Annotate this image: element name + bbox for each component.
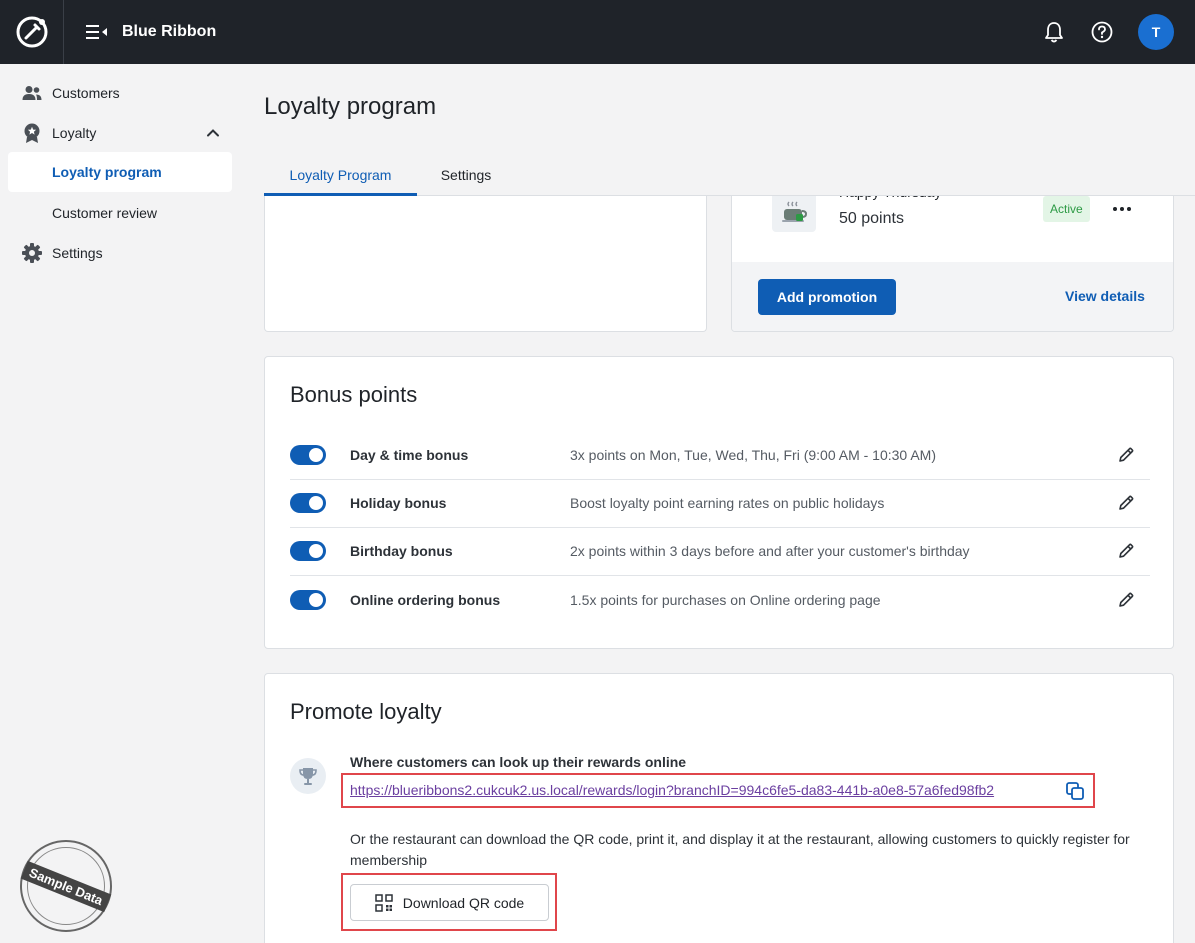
- promotions-card-clip: [731, 184, 1174, 198]
- lookup-label: Where customers can look up their reward…: [350, 754, 687, 770]
- bonus-row-day-time: Day & time bonus 3x points on Mon, Tue, …: [290, 432, 1150, 480]
- edit-bonus-button[interactable]: [1115, 492, 1137, 514]
- promotion-thumbnail: [772, 192, 816, 232]
- brand-name: Blue Ribbon: [122, 23, 217, 40]
- pencil-icon: [1119, 447, 1134, 462]
- loyalty-summary-card: [264, 184, 707, 332]
- promote-loyalty-title: Promote loyalty: [290, 699, 442, 724]
- bell-icon: [1045, 22, 1063, 43]
- bonus-toggle[interactable]: [290, 445, 326, 465]
- app-logo[interactable]: [0, 0, 64, 64]
- pencil-icon: [1119, 592, 1134, 607]
- tab-loyalty-program[interactable]: Loyalty Program: [264, 160, 417, 196]
- view-details-link[interactable]: View details: [1065, 288, 1145, 304]
- status-badge: Active: [1043, 196, 1090, 222]
- sidebar-item-label: Customer review: [52, 205, 158, 221]
- users-icon: [22, 83, 42, 103]
- sidebar-item-label: Loyalty: [52, 125, 97, 141]
- sample-data-stamp: Sample Data: [20, 840, 112, 932]
- more-horizontal-icon: [1113, 207, 1131, 211]
- award-icon: [22, 123, 42, 143]
- edit-bonus-button[interactable]: [1115, 444, 1137, 466]
- stamp-label: Sample Data: [20, 860, 112, 912]
- notifications-button[interactable]: [1042, 20, 1066, 44]
- more-options-button[interactable]: [1111, 196, 1133, 222]
- bonus-name: Holiday bonus: [350, 495, 447, 511]
- copy-url-button[interactable]: [1064, 780, 1086, 802]
- promotions-footer: Add promotion View details: [732, 262, 1173, 331]
- logo-icon: [16, 16, 47, 48]
- edit-bonus-button[interactable]: [1115, 589, 1137, 611]
- bonus-points-title: Bonus points: [290, 382, 418, 407]
- page-title: Loyalty program: [264, 93, 437, 120]
- help-button[interactable]: [1090, 20, 1114, 44]
- bonus-toggle[interactable]: [290, 493, 326, 513]
- sidebar-item-label: Customers: [52, 85, 120, 101]
- sidebar-item-customer-review[interactable]: Customer review: [8, 193, 232, 233]
- bonus-description: 3x points on Mon, Tue, Wed, Thu, Fri (9:…: [570, 447, 936, 463]
- promotions-card: Happy Thursday 50 points Active Add prom…: [731, 184, 1174, 332]
- sidebar-item-settings[interactable]: Settings: [8, 233, 232, 273]
- sidebar-item-label: Loyalty program: [52, 164, 162, 180]
- bonus-description: Boost loyalty point earning rates on pub…: [570, 495, 885, 511]
- coffee-cup-icon: [782, 201, 807, 222]
- sidebar-item-customers[interactable]: Customers: [8, 73, 232, 113]
- sidebar-item-loyalty[interactable]: Loyalty: [8, 113, 232, 153]
- promote-loyalty-card: Promote loyalty Where customers can look…: [264, 673, 1174, 943]
- bonus-description: 1.5x points for purchases on Online orde…: [570, 592, 881, 608]
- download-qr-label: Download QR code: [402, 894, 525, 911]
- qr-code-icon: [375, 893, 393, 912]
- copy-icon: [1066, 782, 1084, 800]
- add-promotion-button[interactable]: Add promotion: [758, 279, 896, 315]
- bonus-points-card: Bonus points Day & time bonus 3x points …: [264, 356, 1174, 649]
- bonus-row-birthday: Birthday bonus 2x points within 3 days b…: [290, 528, 1150, 576]
- pencil-icon: [1119, 543, 1134, 558]
- gear-icon: [22, 243, 42, 263]
- bonus-name: Day & time bonus: [350, 447, 469, 463]
- bonus-description: 2x points within 3 days before and after…: [570, 543, 970, 559]
- menu-collapse-button[interactable]: [86, 22, 108, 42]
- tab-settings[interactable]: Settings: [426, 160, 506, 196]
- bonus-row-online-ordering: Online ordering bonus 1.5x points for pu…: [290, 577, 1150, 625]
- sidebar-item-loyalty-program[interactable]: Loyalty program: [8, 152, 232, 192]
- chevron-up-icon[interactable]: [205, 125, 221, 141]
- trophy-badge: [290, 758, 326, 794]
- bonus-toggle[interactable]: [290, 590, 326, 610]
- rewards-url-link[interactable]: https://blueribbons2.cukcuk2.us.local/re…: [350, 782, 994, 798]
- user-avatar[interactable]: T: [1138, 14, 1174, 50]
- download-qr-button[interactable]: Download QR code: [350, 884, 549, 921]
- pencil-icon: [1119, 495, 1134, 510]
- menu-collapse-icon: [86, 25, 107, 39]
- bonus-name: Birthday bonus: [350, 543, 453, 559]
- qr-description: Or the restaurant can download the QR co…: [350, 831, 1130, 868]
- promotion-points: 50 points: [839, 210, 904, 227]
- main-content: Loyalty program Happy Thursday 50 points…: [240, 64, 1195, 943]
- top-bar: Blue Ribbon T: [0, 0, 1195, 64]
- bonus-row-holiday: Holiday bonus Boost loyalty point earnin…: [290, 480, 1150, 528]
- trophy-icon: [299, 768, 317, 785]
- edit-bonus-button[interactable]: [1115, 540, 1137, 562]
- sidebar-item-label: Settings: [52, 245, 103, 261]
- help-icon: [1091, 21, 1113, 43]
- sidebar: Customers Loyalty Loyalty program Custom…: [0, 64, 240, 943]
- bonus-name: Online ordering bonus: [350, 592, 501, 608]
- bonus-toggle[interactable]: [290, 541, 326, 561]
